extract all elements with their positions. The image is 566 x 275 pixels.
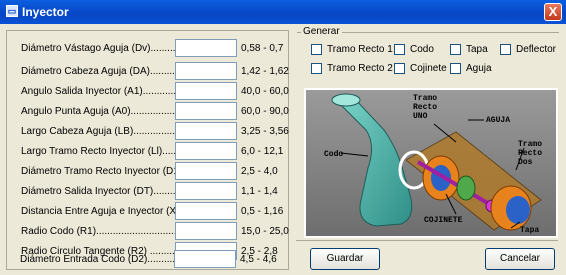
field-input-x[interactable] bbox=[175, 202, 237, 220]
app-icon: ▭ bbox=[6, 5, 18, 17]
window-title: Inyector bbox=[22, 5, 69, 19]
separator bbox=[296, 240, 558, 241]
field-label: Angulo Punta Aguja (A0).................… bbox=[21, 106, 187, 117]
checkbox-label: Deflector bbox=[516, 44, 557, 55]
field-label: Diámetro Vástago Aguja (Dv)............ bbox=[21, 43, 184, 54]
label-cojinete: COJINETE bbox=[424, 216, 463, 225]
field-input-dt[interactable] bbox=[175, 182, 237, 200]
field-row: Radio Codo (R1).........................… bbox=[21, 222, 291, 242]
field-input-d1[interactable] bbox=[175, 162, 237, 180]
field-range: 3,25 - 3,56 bbox=[241, 126, 289, 137]
label-tramo-dos-3: Dos bbox=[518, 158, 533, 167]
parameters-panel: Diámetro Vástago Aguja (Dv)............ … bbox=[6, 30, 289, 270]
generar-legend: Generar bbox=[301, 26, 342, 37]
checkbox-label: Aguja bbox=[466, 63, 492, 74]
field-label: Radio Codo (R1).........................… bbox=[21, 226, 180, 237]
checkbox-box[interactable] bbox=[311, 63, 322, 74]
close-button[interactable]: X bbox=[544, 3, 562, 21]
field-range: 2,5 - 4,0 bbox=[241, 166, 278, 177]
field-range: 1,42 - 1,62 bbox=[241, 66, 289, 77]
label-uno: UNO bbox=[413, 112, 428, 121]
field-row: Largo Cabeza Aguja (LB).................… bbox=[21, 122, 291, 142]
label-tapa: Tapa bbox=[520, 226, 539, 235]
checkbox-label: Tapa bbox=[466, 44, 488, 55]
field-input-dv[interactable] bbox=[175, 39, 237, 57]
field-label: Diámetro Tramo Recto Inyector (D1) bbox=[21, 166, 183, 177]
field-input-a1[interactable] bbox=[175, 82, 237, 100]
field-label: Angulo Salida Inyector (A1).............… bbox=[21, 86, 188, 97]
label-tramo: Tramo bbox=[413, 94, 437, 103]
field-input-lb[interactable] bbox=[175, 122, 237, 140]
field-row: Diámetro Cabeza Aguja (DA)..............… bbox=[21, 62, 291, 82]
checkbox-label: Codo bbox=[410, 44, 434, 55]
field-label: Diámetro Salida Inyector (DT)........... bbox=[21, 186, 184, 197]
injector-illustration: Tramo Recto UNO AGUJA Codo Tramo Recto D… bbox=[306, 90, 556, 236]
field-label: Largo Cabeza Aguja (LB).................… bbox=[21, 126, 189, 137]
checkbox-label: Tramo Recto 2 bbox=[327, 63, 393, 74]
field-range: 40,0 - 60,0 bbox=[241, 86, 289, 97]
field-label: Diámetro Entrada Codo (D2).............. bbox=[20, 254, 187, 265]
field-range: 6,0 - 12,1 bbox=[241, 146, 284, 157]
cancelar-button[interactable]: Cancelar bbox=[485, 248, 555, 270]
field-range: 15,0 - 25,0 bbox=[241, 226, 289, 237]
field-label: Distancia Entre Aguja e Inyector (X). bbox=[21, 206, 183, 217]
field-input-li[interactable] bbox=[175, 142, 237, 160]
label-aguja: AGUJA bbox=[486, 116, 510, 125]
field-range: 1,1 - 1,4 bbox=[241, 186, 278, 197]
field-row: Diámetro Tramo Recto Inyector (D1) 2,5 -… bbox=[21, 162, 291, 182]
checkbox-box[interactable] bbox=[394, 44, 405, 55]
title-bar: ▭ Inyector X bbox=[0, 0, 566, 24]
guardar-button[interactable]: Guardar bbox=[310, 248, 380, 270]
checkbox-label: Tramo Recto 1 bbox=[327, 44, 393, 55]
injector-diagram: Tramo Recto UNO AGUJA Codo Tramo Recto D… bbox=[304, 88, 558, 238]
generar-group: Generar Tramo Recto 1 Codo Tapa Deflecto… bbox=[297, 26, 559, 80]
field-input-a0[interactable] bbox=[175, 102, 237, 120]
field-input-da[interactable] bbox=[175, 62, 237, 80]
field-row: Angulo Salida Inyector (A1).............… bbox=[21, 82, 291, 102]
field-range: 4,5 - 4,6 bbox=[240, 254, 277, 265]
checkbox-box[interactable] bbox=[450, 44, 461, 55]
field-input-d2[interactable] bbox=[174, 250, 236, 268]
checkbox-box[interactable] bbox=[450, 63, 461, 74]
field-row: Angulo Punta Aguja (A0).................… bbox=[21, 102, 291, 122]
field-row: Largo Tramo Recto Inyector (Ll).........… bbox=[21, 142, 291, 162]
inyector-window: ▭ Inyector X Diámetro Vástago Aguja (Dv)… bbox=[0, 0, 566, 275]
label-tramo-dos-2: Recto bbox=[518, 149, 542, 158]
field-range: 0,58 - 0,7 bbox=[241, 43, 284, 54]
field-range: 0,5 - 1,16 bbox=[241, 206, 284, 217]
checkbox-box[interactable] bbox=[311, 44, 322, 55]
field-row: Diámetro Entrada Codo (D2)..............… bbox=[20, 250, 290, 270]
field-label: Diámetro Cabeza Aguja (DA)..............… bbox=[21, 66, 192, 77]
checkbox-box[interactable] bbox=[394, 63, 405, 74]
label-codo: Codo bbox=[324, 150, 343, 159]
label-tramo-dos-1: Tramo bbox=[518, 140, 542, 149]
checkbox-label: Cojinete bbox=[410, 63, 447, 74]
field-row: Diámetro Vástago Aguja (Dv)............ … bbox=[21, 39, 291, 59]
field-row: Diámetro Salida Inyector (DT)...........… bbox=[21, 182, 291, 202]
field-label: Largo Tramo Recto Inyector (Ll)......... bbox=[21, 146, 188, 157]
field-range: 60,0 - 90,0 bbox=[241, 106, 289, 117]
field-input-r1[interactable] bbox=[175, 222, 237, 240]
field-row: Distancia Entre Aguja e Inyector (X). 0,… bbox=[21, 202, 291, 222]
label-recto: Recto bbox=[413, 103, 437, 112]
checkbox-box[interactable] bbox=[500, 44, 511, 55]
